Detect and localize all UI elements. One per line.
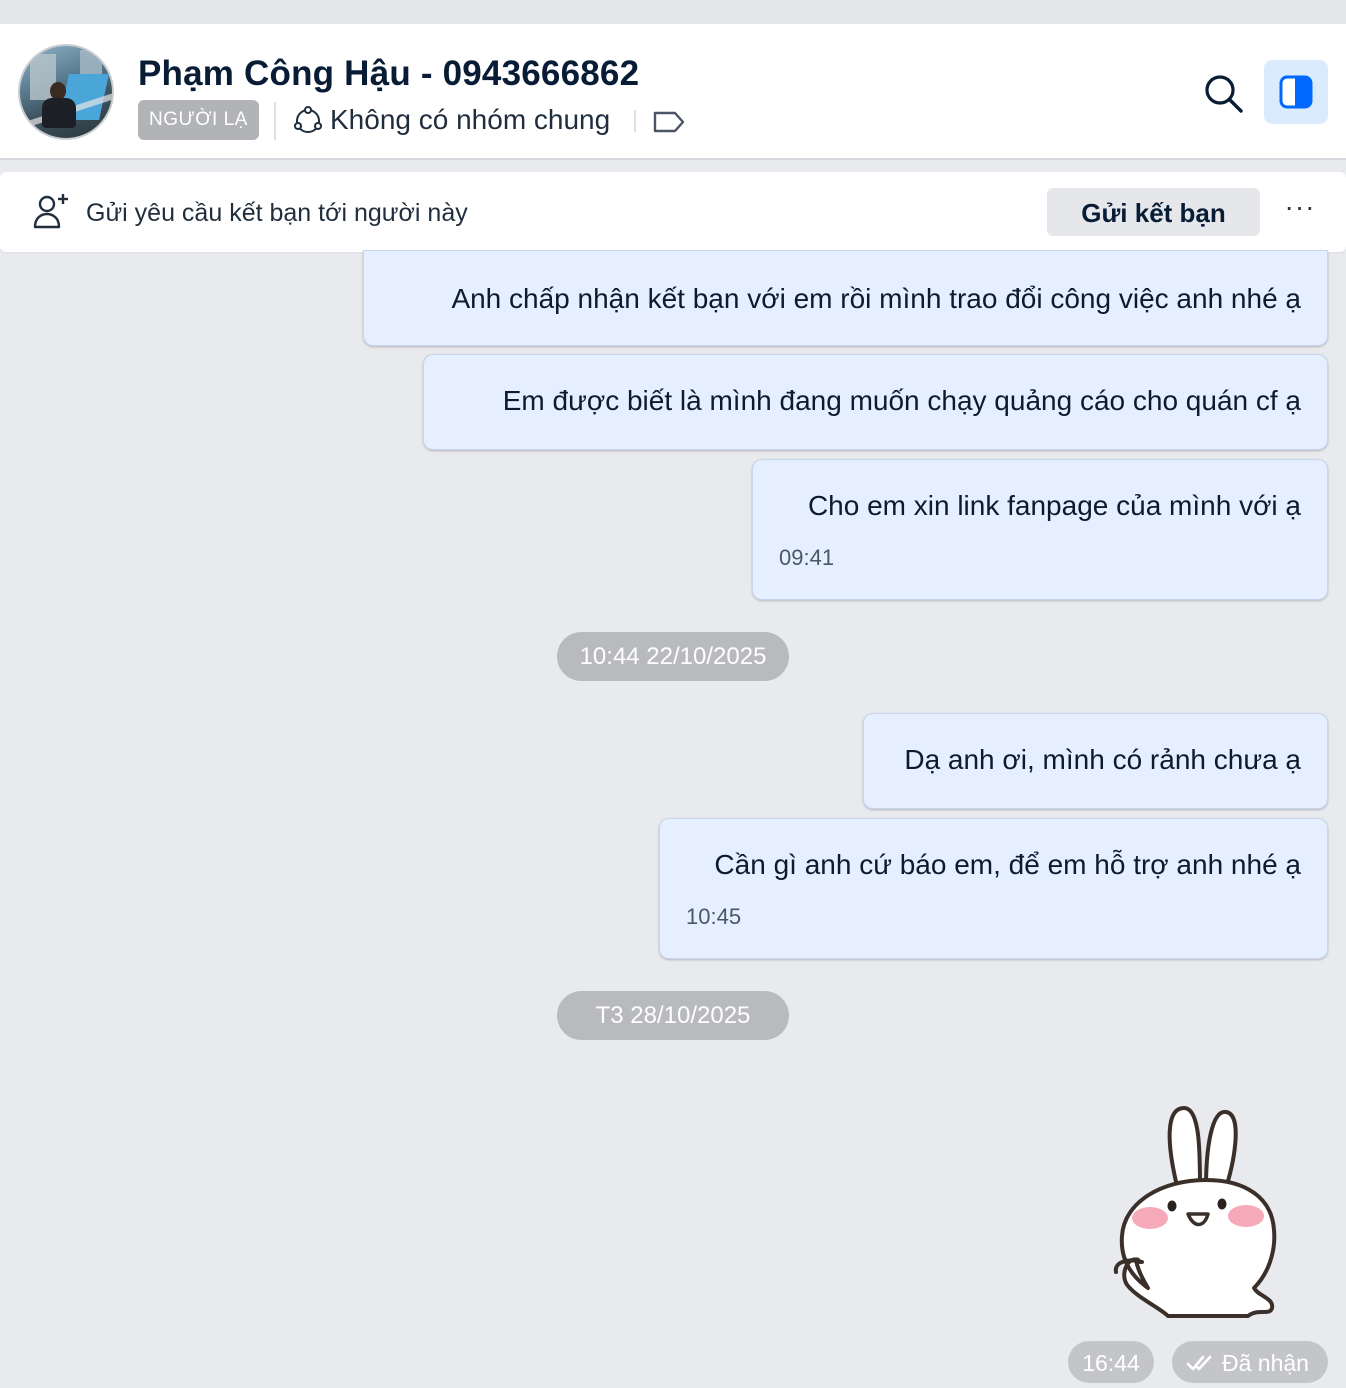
friend-request-bar: Gửi yêu cầu kết bạn tới người này Gửi kế… <box>0 172 1346 252</box>
message-bubble[interactable]: Anh chấp nhận kết bạn với em rồi mình tr… <box>363 250 1328 346</box>
window-top-strip <box>0 0 1346 24</box>
sidebar-panel-icon <box>1279 75 1313 109</box>
friend-request-text: Gửi yêu cầu kết bạn tới người này <box>86 199 468 227</box>
bunny-sticker-icon[interactable] <box>1108 1102 1284 1320</box>
message-bubble[interactable]: Dạ anh ơi, mình có rảnh chưa ạ <box>863 713 1328 809</box>
delivery-status-badge: Đã nhận <box>1172 1341 1328 1383</box>
message-bubble[interactable]: Cho em xin link fanpage của mình với ạ 0… <box>752 459 1328 600</box>
message-text: Dạ anh ơi, mình có rảnh chưa ạ <box>904 744 1301 775</box>
group-icon <box>294 106 322 133</box>
conversation-info-button[interactable] <box>1264 60 1328 124</box>
add-friend-icon <box>33 194 68 229</box>
message-text: Cần gì anh cứ báo em, để em hỗ trợ anh n… <box>714 849 1301 880</box>
stranger-badge: NGƯỜI LẠ <box>138 100 259 140</box>
search-icon[interactable] <box>1200 70 1246 116</box>
delivery-status-text: Đã nhận <box>1222 1350 1309 1376</box>
message-time: 10:45 <box>686 904 742 929</box>
chat-header: Phạm Công Hậu - 0943666862 NGƯỜI LẠ Khôn… <box>0 24 1346 160</box>
header-divider <box>274 102 276 140</box>
message-bubble[interactable]: Cần gì anh cứ báo em, để em hỗ trợ anh n… <box>659 818 1328 959</box>
contact-avatar[interactable] <box>18 44 114 140</box>
more-options-button[interactable]: ··· <box>1282 193 1318 230</box>
double-check-icon <box>1186 1355 1212 1371</box>
avatar-photo-person <box>42 98 76 128</box>
message-bubble[interactable]: Em được biết là mình đang muốn chạy quản… <box>423 354 1328 450</box>
send-friend-request-button[interactable]: Gửi kết bạn <box>1047 188 1260 236</box>
sticker-time: 16:44 <box>1068 1341 1154 1383</box>
message-text: Em được biết là mình đang muốn chạy quản… <box>502 385 1301 416</box>
message-text: Cho em xin link fanpage của mình với ạ <box>807 490 1301 521</box>
date-separator: 10:44 22/10/2025 <box>557 632 789 681</box>
contact-name[interactable]: Phạm Công Hậu - 0943666862 <box>138 54 639 94</box>
message-text: Anh chấp nhận kết bạn với em rồi mình tr… <box>451 283 1301 314</box>
tag-icon[interactable] <box>652 110 686 134</box>
header-divider <box>634 110 636 132</box>
common-groups-label[interactable]: Không có nhóm chung <box>330 104 610 136</box>
message-time: 09:41 <box>779 545 835 570</box>
date-separator: T3 28/10/2025 <box>557 991 789 1040</box>
